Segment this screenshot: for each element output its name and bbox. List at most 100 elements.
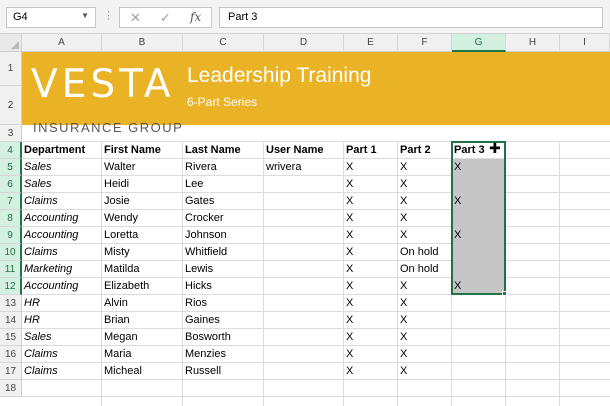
column-header-b[interactable]: B [102, 34, 183, 52]
column-header-g[interactable]: G [452, 34, 506, 52]
enter-icon[interactable]: ✓ [160, 10, 171, 26]
row-header-1[interactable]: 1 [0, 52, 22, 86]
row-header-9[interactable]: 9 [0, 227, 22, 244]
table-cell[interactable]: Elizabeth [102, 278, 183, 295]
row-header-5[interactable]: 5 [0, 159, 22, 176]
table-cell[interactable]: X [398, 295, 452, 312]
name-box[interactable]: G4 ▼ [6, 7, 96, 28]
more-dots-icon[interactable]: ⋮ [103, 9, 114, 22]
row-header-7[interactable]: 7 [0, 193, 22, 210]
row-header-11[interactable]: 11 [0, 261, 22, 278]
row-header-2[interactable]: 2 [0, 86, 22, 125]
table-cell[interactable]: Crocker [183, 210, 264, 227]
table-cell[interactable]: Josie [102, 193, 183, 210]
table-cell[interactable]: Heidi [102, 176, 183, 193]
table-cell[interactable]: X [344, 278, 398, 295]
table-cell[interactable]: On hold [398, 244, 452, 261]
table-cell[interactable]: Sales [22, 329, 102, 346]
column-header-c[interactable]: C [183, 34, 264, 52]
table-cell[interactable]: X [344, 244, 398, 261]
table-cell[interactable]: Alvin [102, 295, 183, 312]
table-cell[interactable]: X [398, 346, 452, 363]
table-cell[interactable]: Bosworth [183, 329, 264, 346]
table-cell[interactable]: Hicks [183, 278, 264, 295]
table-cell[interactable]: X [344, 193, 398, 210]
table-cell[interactable]: Maria [102, 346, 183, 363]
table-cell[interactable]: X [344, 363, 398, 380]
table-header-cell[interactable]: Last Name [183, 142, 264, 159]
table-cell[interactable]: Micheal [102, 363, 183, 380]
table-cell[interactable]: X [344, 176, 398, 193]
row-header-8[interactable]: 8 [0, 210, 22, 227]
table-cell[interactable]: X [344, 329, 398, 346]
column-header-f[interactable]: F [398, 34, 452, 52]
table-cell[interactable]: X [398, 193, 452, 210]
table-cell[interactable]: X [398, 210, 452, 227]
table-header-cell[interactable]: Department [22, 142, 102, 159]
table-cell[interactable]: On hold [398, 261, 452, 278]
table-cell[interactable]: Lee [183, 176, 264, 193]
table-cell[interactable]: Rivera [183, 159, 264, 176]
table-cell[interactable]: Matilda [102, 261, 183, 278]
table-cell[interactable]: Sales [22, 159, 102, 176]
column-header-i[interactable]: I [560, 34, 610, 52]
table-cell[interactable]: Rios [183, 295, 264, 312]
table-cell[interactable]: wrivera [264, 159, 344, 176]
table-header-cell[interactable]: First Name [102, 142, 183, 159]
row-header-18[interactable]: 18 [0, 380, 22, 397]
fill-handle[interactable] [502, 291, 507, 296]
table-cell[interactable]: HR [22, 295, 102, 312]
table-cell[interactable]: X [344, 227, 398, 244]
row-header-16[interactable]: 16 [0, 346, 22, 363]
table-cell[interactable]: X [398, 312, 452, 329]
column-header-e[interactable]: E [344, 34, 398, 52]
table-cell[interactable]: Russell [183, 363, 264, 380]
table-cell[interactable]: X [344, 210, 398, 227]
formula-input[interactable]: Part 3 [219, 7, 603, 28]
row-header-14[interactable]: 14 [0, 312, 22, 329]
row-header-3[interactable]: 3 [0, 125, 22, 142]
row-header-15[interactable]: 15 [0, 329, 22, 346]
table-cell[interactable]: Loretta [102, 227, 183, 244]
table-cell[interactable]: Claims [22, 244, 102, 261]
table-cell[interactable]: Misty [102, 244, 183, 261]
table-cell[interactable]: X [344, 159, 398, 176]
table-cell[interactable]: Walter [102, 159, 183, 176]
table-cell[interactable]: Accounting [22, 278, 102, 295]
table-cell[interactable]: Lewis [183, 261, 264, 278]
row-header-13[interactable]: 13 [0, 295, 22, 312]
row-header-10[interactable]: 10 [0, 244, 22, 261]
table-cell[interactable]: Whitfield [183, 244, 264, 261]
table-cell[interactable]: X [344, 295, 398, 312]
table-cell[interactable]: Gaines [183, 312, 264, 329]
insert-function-icon[interactable]: fx [190, 10, 201, 24]
table-cell[interactable]: X [398, 329, 452, 346]
chevron-down-icon[interactable]: ▼ [81, 11, 89, 20]
table-cell[interactable]: Wendy [102, 210, 183, 227]
cancel-icon[interactable]: ✕ [130, 10, 141, 26]
table-cell[interactable]: Johnson [183, 227, 264, 244]
row-header-12[interactable]: 12 [0, 278, 22, 295]
row-header-17[interactable]: 17 [0, 363, 22, 380]
row-header-4[interactable]: 4 [0, 142, 22, 159]
table-cell[interactable]: X [398, 278, 452, 295]
table-cell[interactable]: X [344, 312, 398, 329]
table-cell[interactable]: Brian [102, 312, 183, 329]
column-header-h[interactable]: H [506, 34, 560, 52]
table-cell[interactable]: Gates [183, 193, 264, 210]
table-cell[interactable]: Claims [22, 346, 102, 363]
table-cell[interactable]: Claims [22, 363, 102, 380]
table-cell[interactable]: Megan [102, 329, 183, 346]
table-cell[interactable]: X [398, 363, 452, 380]
table-cell[interactable]: X [344, 261, 398, 278]
row-header-6[interactable]: 6 [0, 176, 22, 193]
table-cell[interactable]: X [398, 227, 452, 244]
table-cell[interactable]: Sales [22, 176, 102, 193]
column-header-d[interactable]: D [264, 34, 344, 52]
table-cell[interactable]: Accounting [22, 227, 102, 244]
table-cell[interactable]: Accounting [22, 210, 102, 227]
table-cell[interactable]: Marketing [22, 261, 102, 278]
table-header-cell[interactable]: User Name [264, 142, 344, 159]
table-header-cell[interactable]: Part 1 [344, 142, 398, 159]
table-header-cell[interactable]: Part 2 [398, 142, 452, 159]
